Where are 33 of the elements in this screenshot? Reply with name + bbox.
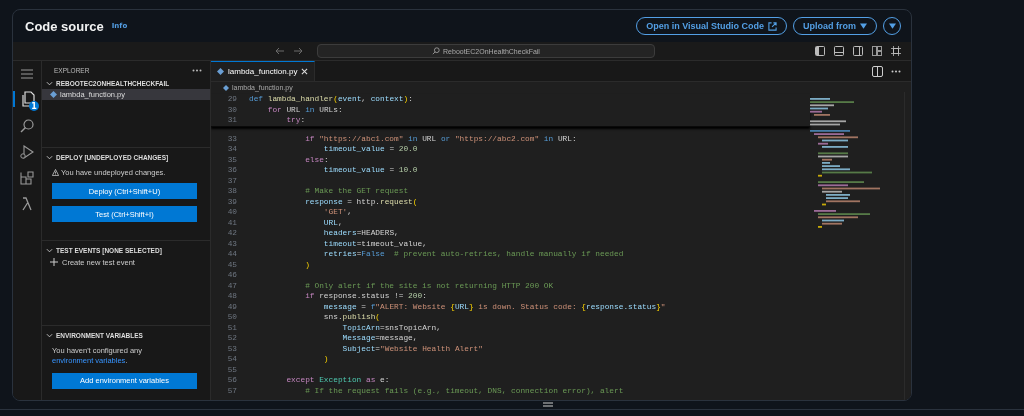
python-file-icon [50, 91, 57, 98]
resize-handle-icon[interactable] [543, 401, 553, 407]
chevron-icon [46, 246, 53, 254]
more-actions-icon[interactable] [891, 69, 901, 73]
layout-grid-icon[interactable] [872, 46, 882, 56]
toggle-panel-icon[interactable] [834, 46, 844, 56]
search-icon[interactable] [20, 119, 34, 133]
python-file-icon [217, 68, 224, 75]
files-icon[interactable] [21, 91, 35, 107]
more-actions-icon[interactable] [192, 69, 202, 72]
warning-icon [52, 169, 59, 177]
menu-icon[interactable] [21, 69, 33, 79]
back-arrow-icon[interactable] [275, 47, 285, 55]
scrollbar[interactable] [904, 92, 911, 400]
search-icon [432, 47, 441, 55]
chevron-icon [46, 154, 53, 162]
editor-tab[interactable]: lambda_function.py [211, 61, 316, 81]
toggle-secondary-sidebar-icon[interactable] [853, 46, 863, 56]
split-editor-icon[interactable] [872, 65, 883, 77]
lambda-icon[interactable] [21, 197, 33, 211]
close-icon[interactable] [301, 68, 309, 75]
toggle-sidebar-icon[interactable] [815, 46, 825, 56]
chevron-icon [46, 332, 53, 339]
panel-title: Code source [25, 18, 104, 34]
forward-arrow-icon[interactable] [293, 47, 303, 55]
python-file-icon [223, 84, 229, 91]
run-debug-icon[interactable] [20, 145, 34, 159]
notification-badge: 1 [29, 101, 39, 111]
extensions-icon[interactable] [20, 171, 34, 185]
external-link-icon [768, 21, 777, 31]
caret-icon [888, 23, 896, 29]
plus-icon [50, 258, 58, 267]
caret-icon [860, 23, 867, 29]
